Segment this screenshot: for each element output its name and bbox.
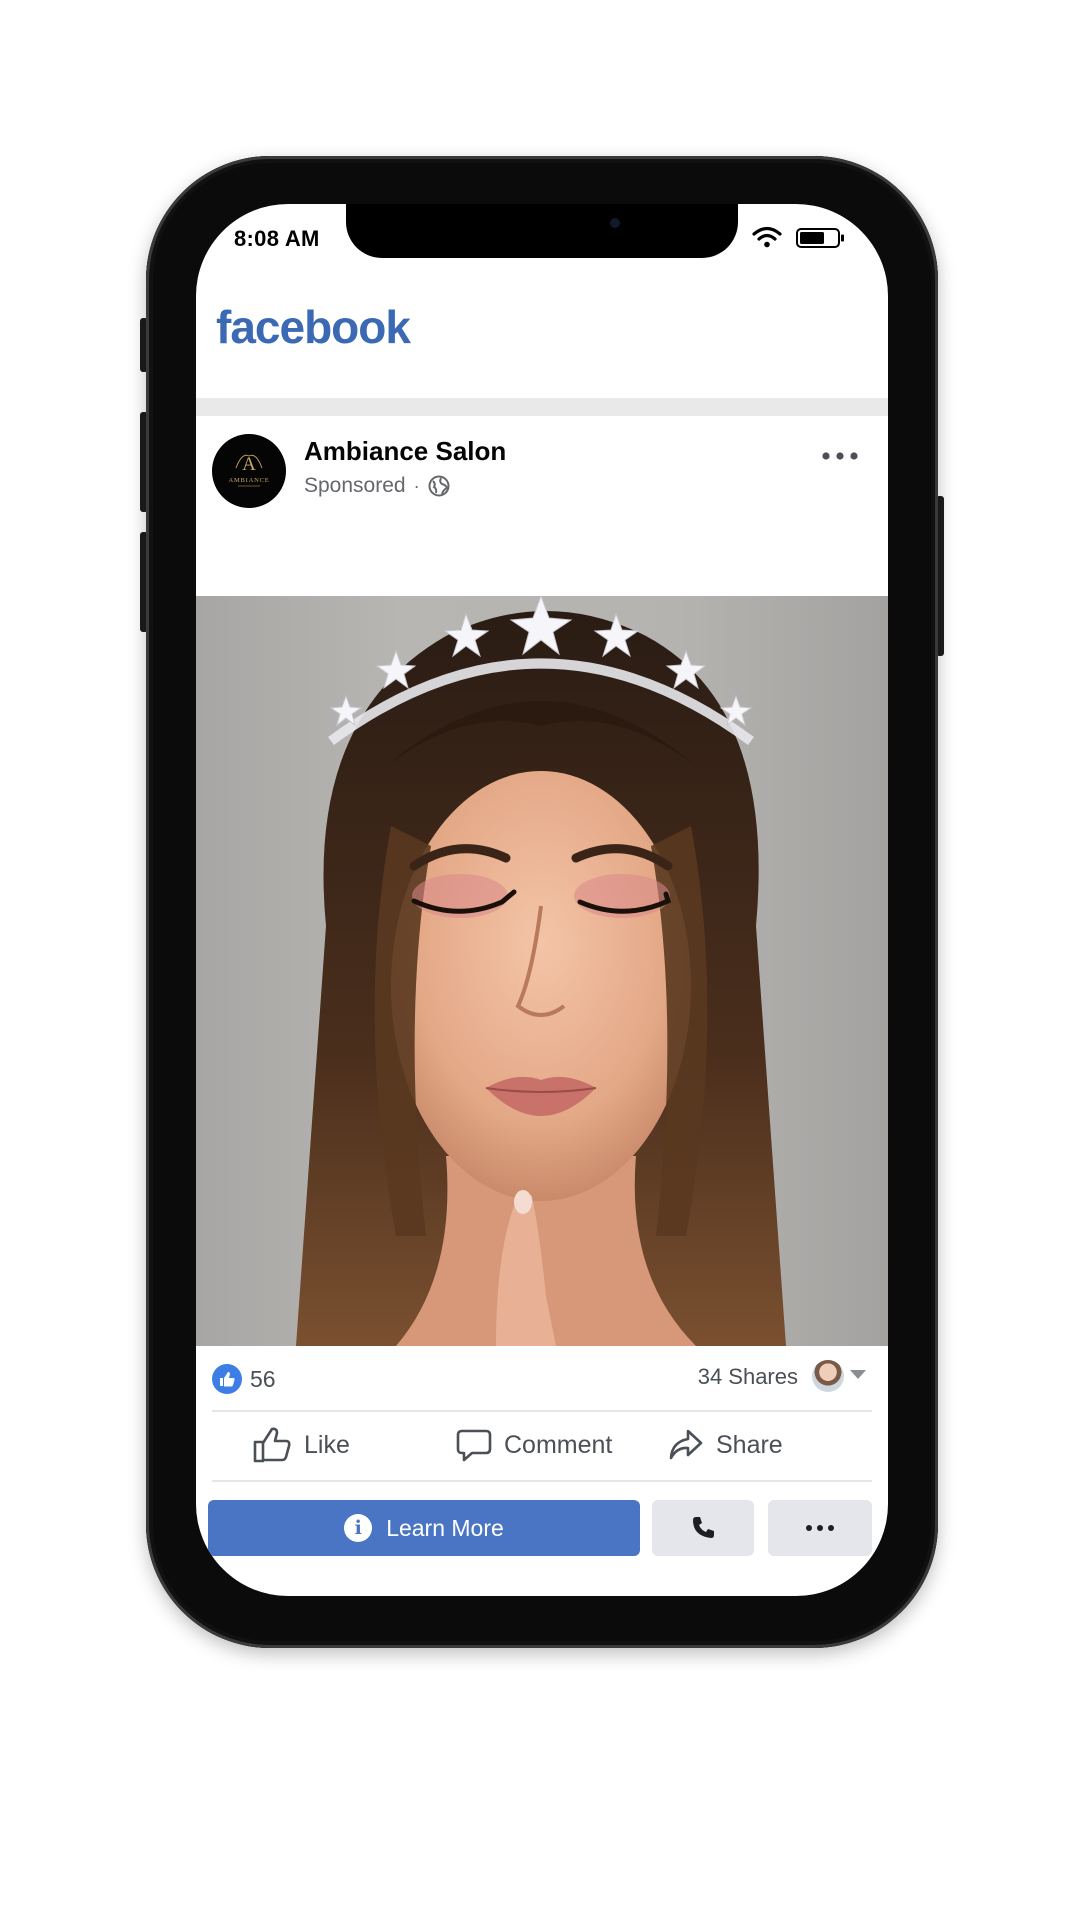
learn-more-button[interactable]: i Learn More	[208, 1500, 640, 1556]
phone-screen: 8:08 AM facebook A AMBIANCE Ambiance Sal…	[196, 204, 888, 1596]
share-button[interactable]: Share	[668, 1422, 783, 1468]
post-meta: Sponsored ·	[304, 474, 450, 498]
like-button[interactable]: Like	[252, 1422, 350, 1468]
page-name[interactable]: Ambiance Salon	[304, 436, 506, 467]
viewer-avatar[interactable]	[812, 1360, 844, 1392]
divider-top	[212, 1410, 872, 1412]
shares-count[interactable]: 34 Shares	[698, 1364, 798, 1390]
phone-icon	[693, 1517, 714, 1538]
comment-button[interactable]: Comment	[456, 1422, 612, 1468]
like-label: Like	[304, 1430, 350, 1459]
comment-icon	[456, 1429, 492, 1462]
thumbs-up-icon	[220, 1372, 235, 1387]
svg-text:A: A	[242, 454, 256, 475]
wifi-icon	[752, 226, 782, 248]
reaction-count[interactable]: 56	[250, 1366, 276, 1393]
page-avatar[interactable]: A AMBIANCE	[212, 434, 286, 508]
thumbs-up-outline-icon	[253, 1427, 291, 1463]
sponsored-label: Sponsored	[304, 474, 406, 497]
divider-bottom	[212, 1480, 872, 1482]
learn-more-label: Learn More	[386, 1514, 504, 1541]
svg-text:AMBIANCE: AMBIANCE	[228, 477, 269, 484]
more-horizontal-icon	[806, 1525, 834, 1531]
call-button[interactable]	[652, 1500, 754, 1556]
front-camera	[610, 218, 620, 228]
globe-icon	[428, 475, 450, 497]
facebook-logo[interactable]: facebook	[216, 300, 411, 354]
status-time: 8:08 AM	[234, 226, 320, 251]
phone-frame: 8:08 AM facebook A AMBIANCE Ambiance Sal…	[146, 156, 938, 1648]
share-icon	[669, 1429, 703, 1460]
bride-portrait-image	[296, 596, 786, 1346]
battery-icon	[796, 228, 844, 248]
comment-label: Comment	[504, 1430, 613, 1459]
notch	[346, 204, 738, 258]
share-label: Share	[716, 1430, 783, 1459]
more-actions-button[interactable]	[768, 1500, 872, 1556]
post-image[interactable]	[196, 596, 888, 1346]
ambiance-logo-icon: A AMBIANCE	[213, 435, 285, 507]
chevron-down-icon[interactable]	[850, 1370, 866, 1379]
like-reaction-badge[interactable]	[212, 1364, 242, 1394]
feed-divider	[196, 398, 888, 416]
meta-separator: ·	[413, 475, 420, 496]
more-options-icon[interactable]	[820, 446, 860, 466]
info-icon: i	[344, 1514, 373, 1542]
